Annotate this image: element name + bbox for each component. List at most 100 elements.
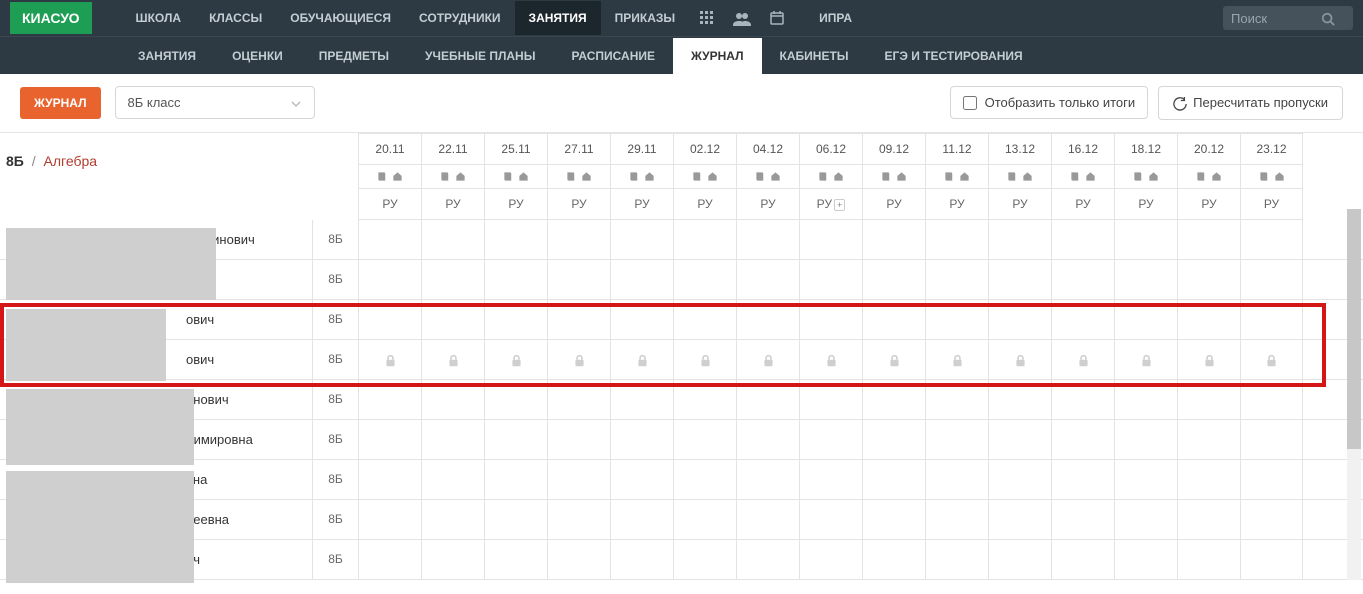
grade-cell[interactable]	[1240, 260, 1303, 299]
grade-cell[interactable]	[1051, 340, 1114, 379]
lesson-type-icons[interactable]	[863, 165, 925, 189]
grade-cell[interactable]	[484, 420, 547, 459]
grade-cell[interactable]	[1114, 380, 1177, 419]
grade-cell[interactable]	[1177, 420, 1240, 459]
lesson-type-icons[interactable]	[485, 165, 547, 189]
grade-cell[interactable]	[673, 300, 736, 339]
date-label[interactable]: 09.12	[863, 134, 925, 165]
grade-cell[interactable]	[610, 260, 673, 299]
grade-cell[interactable]	[484, 500, 547, 539]
grade-cell[interactable]	[358, 300, 421, 339]
grade-cell[interactable]	[862, 220, 925, 259]
grade-cell[interactable]	[862, 300, 925, 339]
grade-cell[interactable]	[1114, 300, 1177, 339]
ru-label[interactable]: РУ	[1178, 189, 1240, 220]
lesson-type-icons[interactable]	[359, 165, 421, 189]
ru-label[interactable]: РУ	[737, 189, 799, 220]
grade-cell[interactable]	[988, 300, 1051, 339]
grade-cell[interactable]	[1177, 380, 1240, 419]
class-select[interactable]: 8Б класс	[115, 86, 315, 119]
grade-cell[interactable]	[484, 380, 547, 419]
grade-cell[interactable]	[1051, 260, 1114, 299]
search-box[interactable]	[1223, 6, 1353, 30]
logo[interactable]: КИАСУО	[10, 2, 92, 34]
journal-button[interactable]: ЖУРНАЛ	[20, 87, 101, 119]
grade-cell[interactable]	[1114, 540, 1177, 579]
subnav-item[interactable]: УЧЕБНЫЕ ПЛАНЫ	[407, 38, 553, 74]
grade-cell[interactable]	[421, 420, 484, 459]
grade-cell[interactable]	[421, 260, 484, 299]
grade-cell[interactable]	[736, 540, 799, 579]
lesson-type-icons[interactable]	[737, 165, 799, 189]
subnav-item[interactable]: ЕГЭ И ТЕСТИРОВАНИЯ	[867, 38, 1041, 74]
grade-cell[interactable]	[358, 500, 421, 539]
ru-label[interactable]: РУ	[989, 189, 1051, 220]
grade-cell[interactable]	[1240, 420, 1303, 459]
date-label[interactable]: 29.11	[611, 134, 673, 165]
grade-cell[interactable]	[988, 260, 1051, 299]
ru-label[interactable]: РУ	[1052, 189, 1114, 220]
date-label[interactable]: 11.12	[926, 134, 988, 165]
grade-cell[interactable]	[925, 220, 988, 259]
grade-cell[interactable]	[547, 420, 610, 459]
grade-cell[interactable]	[736, 340, 799, 379]
grade-cell[interactable]	[736, 420, 799, 459]
grade-cell[interactable]	[799, 500, 862, 539]
grade-cell[interactable]	[1114, 340, 1177, 379]
grade-cell[interactable]	[1177, 460, 1240, 499]
date-label[interactable]: 27.11	[548, 134, 610, 165]
show-totals-input[interactable]	[963, 96, 977, 110]
date-label[interactable]: 20.12	[1178, 134, 1240, 165]
grade-cell[interactable]	[988, 500, 1051, 539]
grade-cell[interactable]	[736, 220, 799, 259]
scroll-thumb[interactable]	[1347, 209, 1361, 449]
show-totals-checkbox[interactable]: Отобразить только итоги	[950, 86, 1149, 119]
grade-cell[interactable]	[1177, 340, 1240, 379]
add-lesson-icon[interactable]: +	[834, 199, 845, 211]
grade-cell[interactable]	[673, 340, 736, 379]
grade-cell[interactable]	[673, 460, 736, 499]
ru-label[interactable]: РУ	[611, 189, 673, 220]
grade-cell[interactable]	[799, 220, 862, 259]
grade-cell[interactable]	[1177, 500, 1240, 539]
subnav-item[interactable]: ЖУРНАЛ	[673, 38, 762, 74]
grade-cell[interactable]	[799, 540, 862, 579]
grade-cell[interactable]	[610, 340, 673, 379]
grade-cell[interactable]	[484, 460, 547, 499]
nav-ipra[interactable]: ИПРА	[805, 1, 866, 35]
grade-cell[interactable]	[547, 540, 610, 579]
grade-cell[interactable]	[1051, 220, 1114, 259]
breadcrumb-subject[interactable]: Алгебра	[44, 153, 98, 169]
grade-cell[interactable]	[484, 300, 547, 339]
subnav-item[interactable]: ПРЕДМЕТЫ	[301, 38, 407, 74]
grade-cell[interactable]	[988, 540, 1051, 579]
recalculate-button[interactable]: Пересчитать пропуски	[1158, 86, 1343, 120]
lesson-type-icons[interactable]	[1052, 165, 1114, 189]
grade-cell[interactable]	[673, 420, 736, 459]
grade-cell[interactable]	[484, 540, 547, 579]
grade-cell[interactable]	[862, 420, 925, 459]
grade-cell[interactable]	[799, 260, 862, 299]
grade-cell[interactable]	[799, 340, 862, 379]
grade-cell[interactable]	[1240, 460, 1303, 499]
grade-cell[interactable]	[421, 340, 484, 379]
subnav-item[interactable]: КАБИНЕТЫ	[762, 38, 867, 74]
grade-cell[interactable]	[547, 300, 610, 339]
date-label[interactable]: 20.11	[359, 134, 421, 165]
calendar-icon[interactable]	[769, 10, 785, 27]
date-label[interactable]: 23.12	[1241, 134, 1302, 165]
ru-label[interactable]: РУ	[548, 189, 610, 220]
grade-cell[interactable]	[610, 220, 673, 259]
grade-cell[interactable]	[925, 260, 988, 299]
grade-cell[interactable]	[736, 380, 799, 419]
grade-cell[interactable]	[925, 460, 988, 499]
subnav-item[interactable]: ОЦЕНКИ	[214, 38, 301, 74]
lesson-type-icons[interactable]	[800, 165, 862, 189]
grade-cell[interactable]	[358, 540, 421, 579]
grade-cell[interactable]	[799, 380, 862, 419]
ru-label[interactable]: РУ+	[800, 189, 862, 220]
grade-cell[interactable]	[736, 260, 799, 299]
lesson-type-icons[interactable]	[422, 165, 484, 189]
grade-cell[interactable]	[547, 460, 610, 499]
grade-cell[interactable]	[421, 300, 484, 339]
